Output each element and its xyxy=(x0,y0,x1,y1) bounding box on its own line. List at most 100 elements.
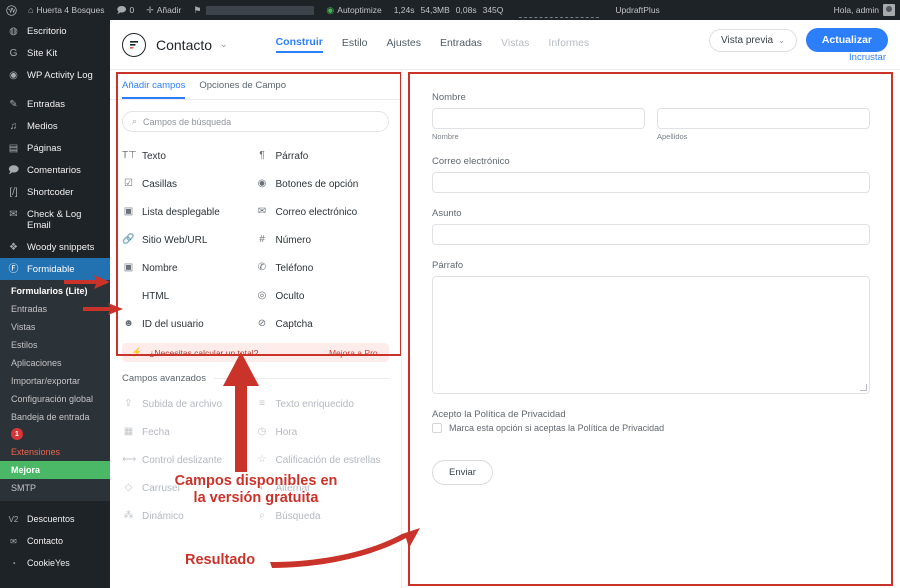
tab-informes[interactable]: Informes xyxy=(548,37,589,52)
sidebar-item-contacto[interactable]: ✉ Contacto xyxy=(0,530,110,552)
chevron-down-icon[interactable]: ⌄ xyxy=(220,39,228,50)
media-icon: ♫ xyxy=(9,120,18,132)
submenu-item-configuraci-n-global[interactable]: Configuración global xyxy=(0,390,110,408)
fields-tab-add-fields[interactable]: Añadir campos xyxy=(122,80,186,99)
field-type-carrusel[interactable]: ◇ Carrusel xyxy=(122,474,256,502)
field-type-lista-desplegable[interactable]: ▣ Lista desplegable xyxy=(122,198,256,226)
submenu-item-smtp[interactable]: SMTP xyxy=(0,479,110,497)
field-type-b-squeda[interactable]: ⌕ Búsqueda xyxy=(256,502,390,530)
field-type-label: Nombre xyxy=(142,262,178,274)
autoptimize-button[interactable]: ◉ Autoptimize xyxy=(320,0,387,20)
tab-construir[interactable]: Construir xyxy=(275,36,323,53)
field-type-casillas[interactable]: ☑ Casillas xyxy=(122,170,256,198)
main-content: Contacto ⌄ Construir Estilo Ajustes Entrada… xyxy=(110,20,900,588)
field-type-sitio-web-url[interactable]: 🔗 Sitio Web/URL xyxy=(122,226,256,254)
submenu-item-importar-exportar[interactable]: Importar/exportar xyxy=(0,372,110,390)
submenu-item-formularios-lite[interactable]: Formularios (Lite) xyxy=(0,282,110,300)
sidebar-item-p-ginas[interactable]: ▤ Páginas xyxy=(0,137,110,159)
last-name-input[interactable] xyxy=(657,108,870,129)
advanced-fields-header: Campos avanzados xyxy=(110,362,401,388)
submenu-item-label: Extensiones xyxy=(11,446,61,457)
tab-ajustes[interactable]: Ajustes xyxy=(387,37,421,52)
paragraph-textarea[interactable] xyxy=(432,276,870,394)
upgrade-banner[interactable]: ⚡ ¿Necesitas calcular un total? Mejora a… xyxy=(122,343,389,362)
submenu-item-aplicaciones[interactable]: Aplicaciones xyxy=(0,354,110,372)
update-label: Actualizar xyxy=(821,34,872,46)
sidebar-item-cookieyes[interactable]: ◔ CookieYes xyxy=(0,552,110,574)
submenu-item-bandeja-de-entrada[interactable]: Bandeja de entrada xyxy=(0,408,110,426)
submenu-item-vistas[interactable]: Vistas xyxy=(0,318,110,336)
privacy-checkbox[interactable] xyxy=(432,423,442,433)
field-type-p-rrafo[interactable]: ¶ Párrafo xyxy=(256,142,390,170)
sidebar-item-medios[interactable]: ♫ Medios xyxy=(0,115,110,137)
search-input[interactable]: ⌕ Campos de búsqueda xyxy=(122,111,389,132)
comments-button[interactable]: 🗩 0 xyxy=(110,0,140,20)
updraftplus-button[interactable]: UpdraftPlus xyxy=(609,0,665,20)
field-type-control-deslizante[interactable]: ⟷ Control deslizante xyxy=(122,446,256,474)
sidebar-item-wp-activity-log[interactable]: ◉ WP Activity Log xyxy=(0,64,110,86)
field-type-correo-electr-nico[interactable]: ✉ Correo electrónico xyxy=(256,198,390,226)
field-type-id-del-usuario[interactable]: ☻ ID del usuario xyxy=(122,310,256,338)
wordpress-logo-button[interactable] xyxy=(0,0,22,20)
update-button[interactable]: Actualizar xyxy=(805,28,888,52)
tab-vistas[interactable]: Vistas xyxy=(501,37,529,52)
sidebar-item-entradas[interactable]: ✎ Entradas xyxy=(0,93,110,115)
field-type-din-mico[interactable]: ⁂ Dinámico xyxy=(122,502,256,530)
performance-metrics[interactable]: 1,24s 54,3MB 0,08s 345Q xyxy=(388,0,510,20)
subject-field[interactable] xyxy=(432,224,870,245)
preview-button[interactable]: Vista previa ⌄ xyxy=(709,28,797,52)
site-name-button[interactable]: ⌂ Huerta 4 Bosques xyxy=(22,0,110,20)
sidebar-item-shortcoder[interactable]: [/] Shortcoder xyxy=(0,181,110,203)
field-type-label: Número xyxy=(275,234,312,246)
submit-button[interactable]: Enviar xyxy=(432,460,493,485)
submenu-item-mejora[interactable]: Mejora xyxy=(0,461,110,479)
link-icon: 🔗 xyxy=(122,234,135,245)
dashboard-icon: ◍ xyxy=(9,25,18,37)
new-content-button[interactable]: ✛ Añadir xyxy=(140,0,187,20)
submenu-item-estilos[interactable]: Estilos xyxy=(0,336,110,354)
paragraph-icon: ¶ xyxy=(259,150,265,161)
sidebar-item-comentarios[interactable]: 🗩 Comentarios xyxy=(0,159,110,181)
sidebar-item-woody-snippets[interactable]: ❖ Woody snippets xyxy=(0,236,110,258)
field-type-calificaci-n-de-estrellas[interactable]: ☆ Calificación de estrellas xyxy=(256,446,390,474)
email-field[interactable] xyxy=(432,172,870,193)
field-type-texto[interactable]: T⊤ Texto xyxy=(122,142,256,170)
sidebar-item-descuentos[interactable]: V2 Descuentos xyxy=(0,508,110,530)
language-button[interactable]: ⚑ xyxy=(187,0,320,20)
field-type-tel-fono[interactable]: ✆ Teléfono xyxy=(256,254,390,282)
admin-sidebar[interactable]: ◍ Escritorio G Site Kit ◉ WP Activity Log ✎ Ent… xyxy=(0,20,110,588)
fields-tab-field-options[interactable]: Opciones de Campo xyxy=(199,80,286,99)
page-title: Contacto xyxy=(156,36,213,53)
field-type-botones-de-opci-n[interactable]: ◉ Botones de opción xyxy=(256,170,390,198)
embed-link[interactable]: Incrustar xyxy=(849,52,886,63)
field-type-alternar[interactable]: ◐ Alternar xyxy=(256,474,390,502)
submenu-item-label: Vistas xyxy=(11,321,36,332)
tab-estilo[interactable]: Estilo xyxy=(342,37,368,52)
field-type-n-mero[interactable]: # Número xyxy=(256,226,390,254)
submenu-item-entradas[interactable]: Entradas xyxy=(0,300,110,318)
sidebar-group-separator xyxy=(0,501,110,508)
submit-label: Enviar xyxy=(449,467,476,478)
submenu-item-extensiones[interactable]: Extensiones xyxy=(0,443,110,461)
field-type-captcha[interactable]: ⊘ Captcha xyxy=(256,310,390,338)
sidebar-item-check-log-email[interactable]: ✉ Check & Log Email xyxy=(0,203,110,236)
first-name-input[interactable] xyxy=(432,108,645,129)
wordpress-icon xyxy=(6,4,17,16)
field-type-hora[interactable]: ◷ Hora xyxy=(256,418,390,446)
submenu-item-label: Estilos xyxy=(11,339,38,350)
sidebar-item-formidable[interactable]: Ⓕ Formidable xyxy=(0,258,110,280)
field-type-nombre[interactable]: ▣ Nombre xyxy=(122,254,256,282)
field-type-oculto[interactable]: ◎ Oculto xyxy=(256,282,390,310)
tab-entradas[interactable]: Entradas xyxy=(440,37,482,52)
upgrade-to-pro-link[interactable]: Mejora a Pro. xyxy=(329,348,380,358)
sidebar-item-site-kit[interactable]: G Site Kit xyxy=(0,42,110,64)
field-type-label: Teléfono xyxy=(275,262,314,274)
my-account-button[interactable]: Hola, admin xyxy=(834,4,900,16)
field-type-label: Calificación de estrellas xyxy=(275,454,381,466)
field-type-fecha[interactable]: ▦ Fecha xyxy=(122,418,256,446)
field-type-html[interactable]: HTML xyxy=(122,282,256,310)
field-type-subida-de-archivo[interactable]: ⇪ Subida de archivo xyxy=(122,390,256,418)
sidebar-item-label: Medios xyxy=(27,120,58,132)
sidebar-item-escritorio[interactable]: ◍ Escritorio xyxy=(0,20,110,42)
field-type-texto-enriquecido[interactable]: ≡ Texto enriquecido xyxy=(256,390,390,418)
